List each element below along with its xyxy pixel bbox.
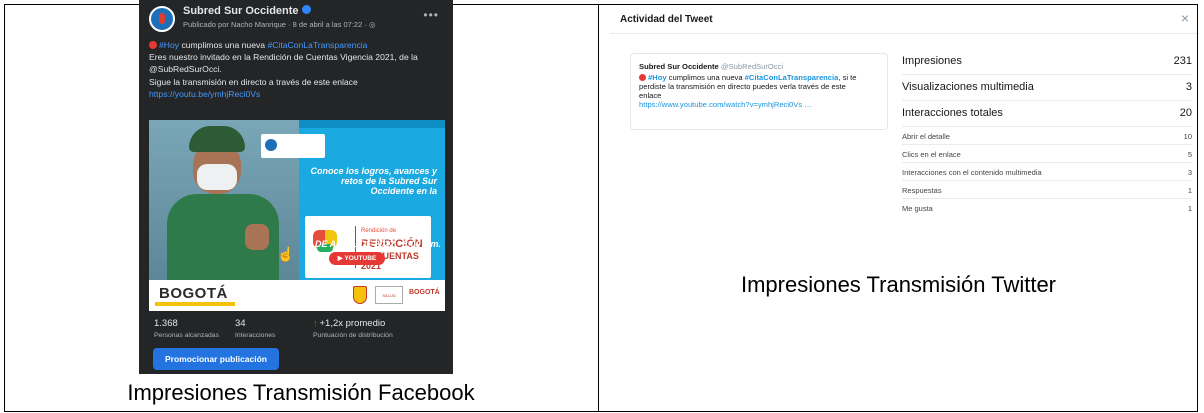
page-name-text[interactable]: Subred Sur Occidente: [183, 5, 299, 17]
twitter-caption: Impresiones Transmisión Twitter: [740, 272, 1057, 297]
shield-icon: [353, 286, 367, 304]
hashtag-link[interactable]: #CitaConLaTransparencia: [267, 40, 367, 50]
nurse-cap: [189, 126, 245, 152]
tweet-line-text: cumplimos una nueva: [666, 73, 745, 82]
subred-logo: [261, 134, 325, 158]
metric-media-views: Visualizaciones multimedia 3: [902, 75, 1192, 101]
table-divider: [598, 4, 599, 412]
page-name[interactable]: Subred Sur Occidente: [183, 5, 311, 17]
rendicion-sub: Rendición de: [361, 228, 397, 234]
post-line: Eres nuestro invitado en la Rendición de…: [149, 52, 418, 63]
post-line: @SubRedSurOcci.: [149, 64, 222, 75]
hashtag-link[interactable]: #Hoy: [159, 40, 179, 50]
tweet-line: enlace: [639, 91, 662, 100]
tweet-author-handle[interactable]: @SubRedSurOcci: [721, 62, 783, 71]
thumbs-up-hand: [245, 224, 269, 250]
metric-label: Interacciones totales: [902, 107, 1003, 119]
detail-value: 1: [1187, 204, 1192, 213]
close-icon[interactable]: ×: [1181, 10, 1189, 26]
bogota-small-logo: BOGOTÁ: [409, 289, 440, 296]
detail-label: Abrir el detalle: [902, 132, 950, 141]
metric-value: 231: [1173, 55, 1192, 67]
hashtag-link[interactable]: #CitaConLaTransparencia: [745, 73, 839, 82]
detail-value: 1: [1187, 186, 1192, 195]
verified-icon: [301, 5, 311, 14]
detail-row: Clics en el enlace 5: [902, 145, 1192, 163]
stat-value: 1.368: [154, 318, 178, 329]
youtube-badge-text: YOUTUBE: [344, 255, 377, 262]
event-date: 8 DE ABRIL DE 2022 - 8:00 a.m.: [307, 239, 441, 249]
metric-value: 20: [1179, 107, 1192, 119]
detail-row: Interacciones con el contenido multimedi…: [902, 163, 1192, 181]
bogota-logo: BOGOTÁ: [159, 285, 228, 302]
detail-label: Clics en el enlace: [902, 150, 961, 159]
post-link[interactable]: https://youtu.be/ymhjReci0Vs: [149, 88, 445, 100]
stat-label: Personas alcanzadas: [154, 332, 219, 339]
detail-row: Abrir el detalle 10: [902, 127, 1192, 145]
detail-value: 10: [1183, 132, 1192, 141]
tweet-line: #Hoy cumplimos una nueva #CitaConLaTrans…: [639, 73, 883, 82]
post-header: Subred Sur Occidente Publicado por Nacho…: [149, 4, 443, 32]
stat-value: 34: [235, 318, 246, 329]
post-meta: Publicado por Nacho Manrique · 8 de abri…: [183, 20, 376, 29]
salud-logo: SALUD: [375, 286, 403, 304]
metric-label: Visualizaciones multimedia: [902, 81, 1034, 93]
detail-row: Me gusta 1: [902, 199, 1192, 217]
bogota-bar: [155, 302, 235, 306]
detail-label: Interacciones con el contenido multimedi…: [902, 168, 1042, 177]
detail-label: Respuestas: [902, 186, 942, 195]
tweet-author: Subred Sur Occidente @SubRedSurOcci: [639, 62, 783, 71]
detail-value: 3: [1187, 168, 1192, 177]
more-options-icon[interactable]: •••: [423, 8, 439, 22]
promote-post-button[interactable]: Promocionar publicación: [153, 348, 279, 370]
tweet-activity-panel: Actividad del Tweet × Subred Sur Occiden…: [610, 5, 1197, 230]
post-meta-text: Publicado por Nacho Manrique · 8 de abri…: [183, 20, 367, 29]
metric-impressions: Impresiones 231: [902, 49, 1192, 75]
detail-label: Me gusta: [902, 204, 933, 213]
institutional-logos: SALUD BOGOTÁ: [353, 286, 440, 304]
nurse-mask: [197, 164, 237, 190]
stat-reach[interactable]: 1.368 Personas alcanzadas: [154, 318, 219, 339]
facebook-caption: Impresiones Transmisión Facebook: [127, 380, 475, 405]
tweet-activity-title: Actividad del Tweet: [620, 14, 713, 25]
tweet-line-text: , si te: [838, 73, 857, 82]
stat-interactions[interactable]: 34 Interacciones: [235, 318, 275, 339]
header-divider: [610, 33, 1197, 34]
post-text: #Hoy cumplimos una nueva #CitaConLaTrans…: [149, 39, 445, 100]
stat-distribution[interactable]: ↑ +1,2x promedio Puntuación de distribuci…: [313, 318, 393, 339]
post-stats: 1.368 Personas alcanzadas 34 Interaccion…: [154, 318, 444, 342]
tweet-metrics: Impresiones 231 Visualizaciones multimed…: [902, 49, 1192, 217]
metric-total-engagements: Interacciones totales 20: [902, 101, 1192, 127]
tweet-link[interactable]: https://www.youtube.com/watch?v=ymhjReci…: [639, 100, 883, 109]
red-circle-icon: [149, 41, 157, 49]
arrow-up-icon: ↑: [313, 318, 318, 328]
image-footnote: Sigue nuestra transmisión en Subred Sur …: [311, 272, 427, 278]
image-headline: Conoce los logros, avances y retos de la…: [310, 166, 437, 196]
detail-value: 5: [1187, 150, 1192, 159]
tweet-line: perdiste la transmisión en directo puede…: [639, 82, 846, 91]
stat-value: +1,2x promedio: [319, 318, 386, 329]
post-line: #Hoy cumplimos una nueva #CitaConLaTrans…: [149, 39, 445, 51]
youtube-badge: ▶ YOUTUBE: [329, 252, 385, 265]
post-line-text: cumplimos una nueva: [179, 40, 268, 50]
facebook-post-panel: Subred Sur Occidente Publicado por Nacho…: [139, 0, 453, 374]
metric-value: 3: [1185, 81, 1192, 93]
tweet-card[interactable]: Subred Sur Occidente @SubRedSurOcci #Hoy…: [630, 53, 888, 130]
stat-label: Puntuación de distribución: [313, 332, 393, 339]
hashtag-link[interactable]: #Hoy: [648, 73, 667, 82]
post-image[interactable]: Conoce los logros, avances y retos de la…: [149, 120, 445, 311]
tweet-body: #Hoy cumplimos una nueva #CitaConLaTrans…: [639, 73, 883, 109]
page-avatar[interactable]: [149, 6, 175, 32]
pointing-hand-icon: ☝: [277, 246, 295, 262]
image-footer: BOGOTÁ SALUD BOGOTÁ: [149, 280, 445, 311]
detail-row: Respuestas 1: [902, 181, 1192, 199]
globe-icon: ◎: [368, 20, 376, 29]
tweet-author-name[interactable]: Subred Sur Occidente: [639, 62, 719, 71]
red-circle-icon: [639, 74, 646, 81]
metric-label: Impresiones: [902, 55, 962, 67]
stat-label: Interacciones: [235, 332, 276, 339]
post-line: Sigue la transmisión en directo a través…: [149, 76, 358, 87]
